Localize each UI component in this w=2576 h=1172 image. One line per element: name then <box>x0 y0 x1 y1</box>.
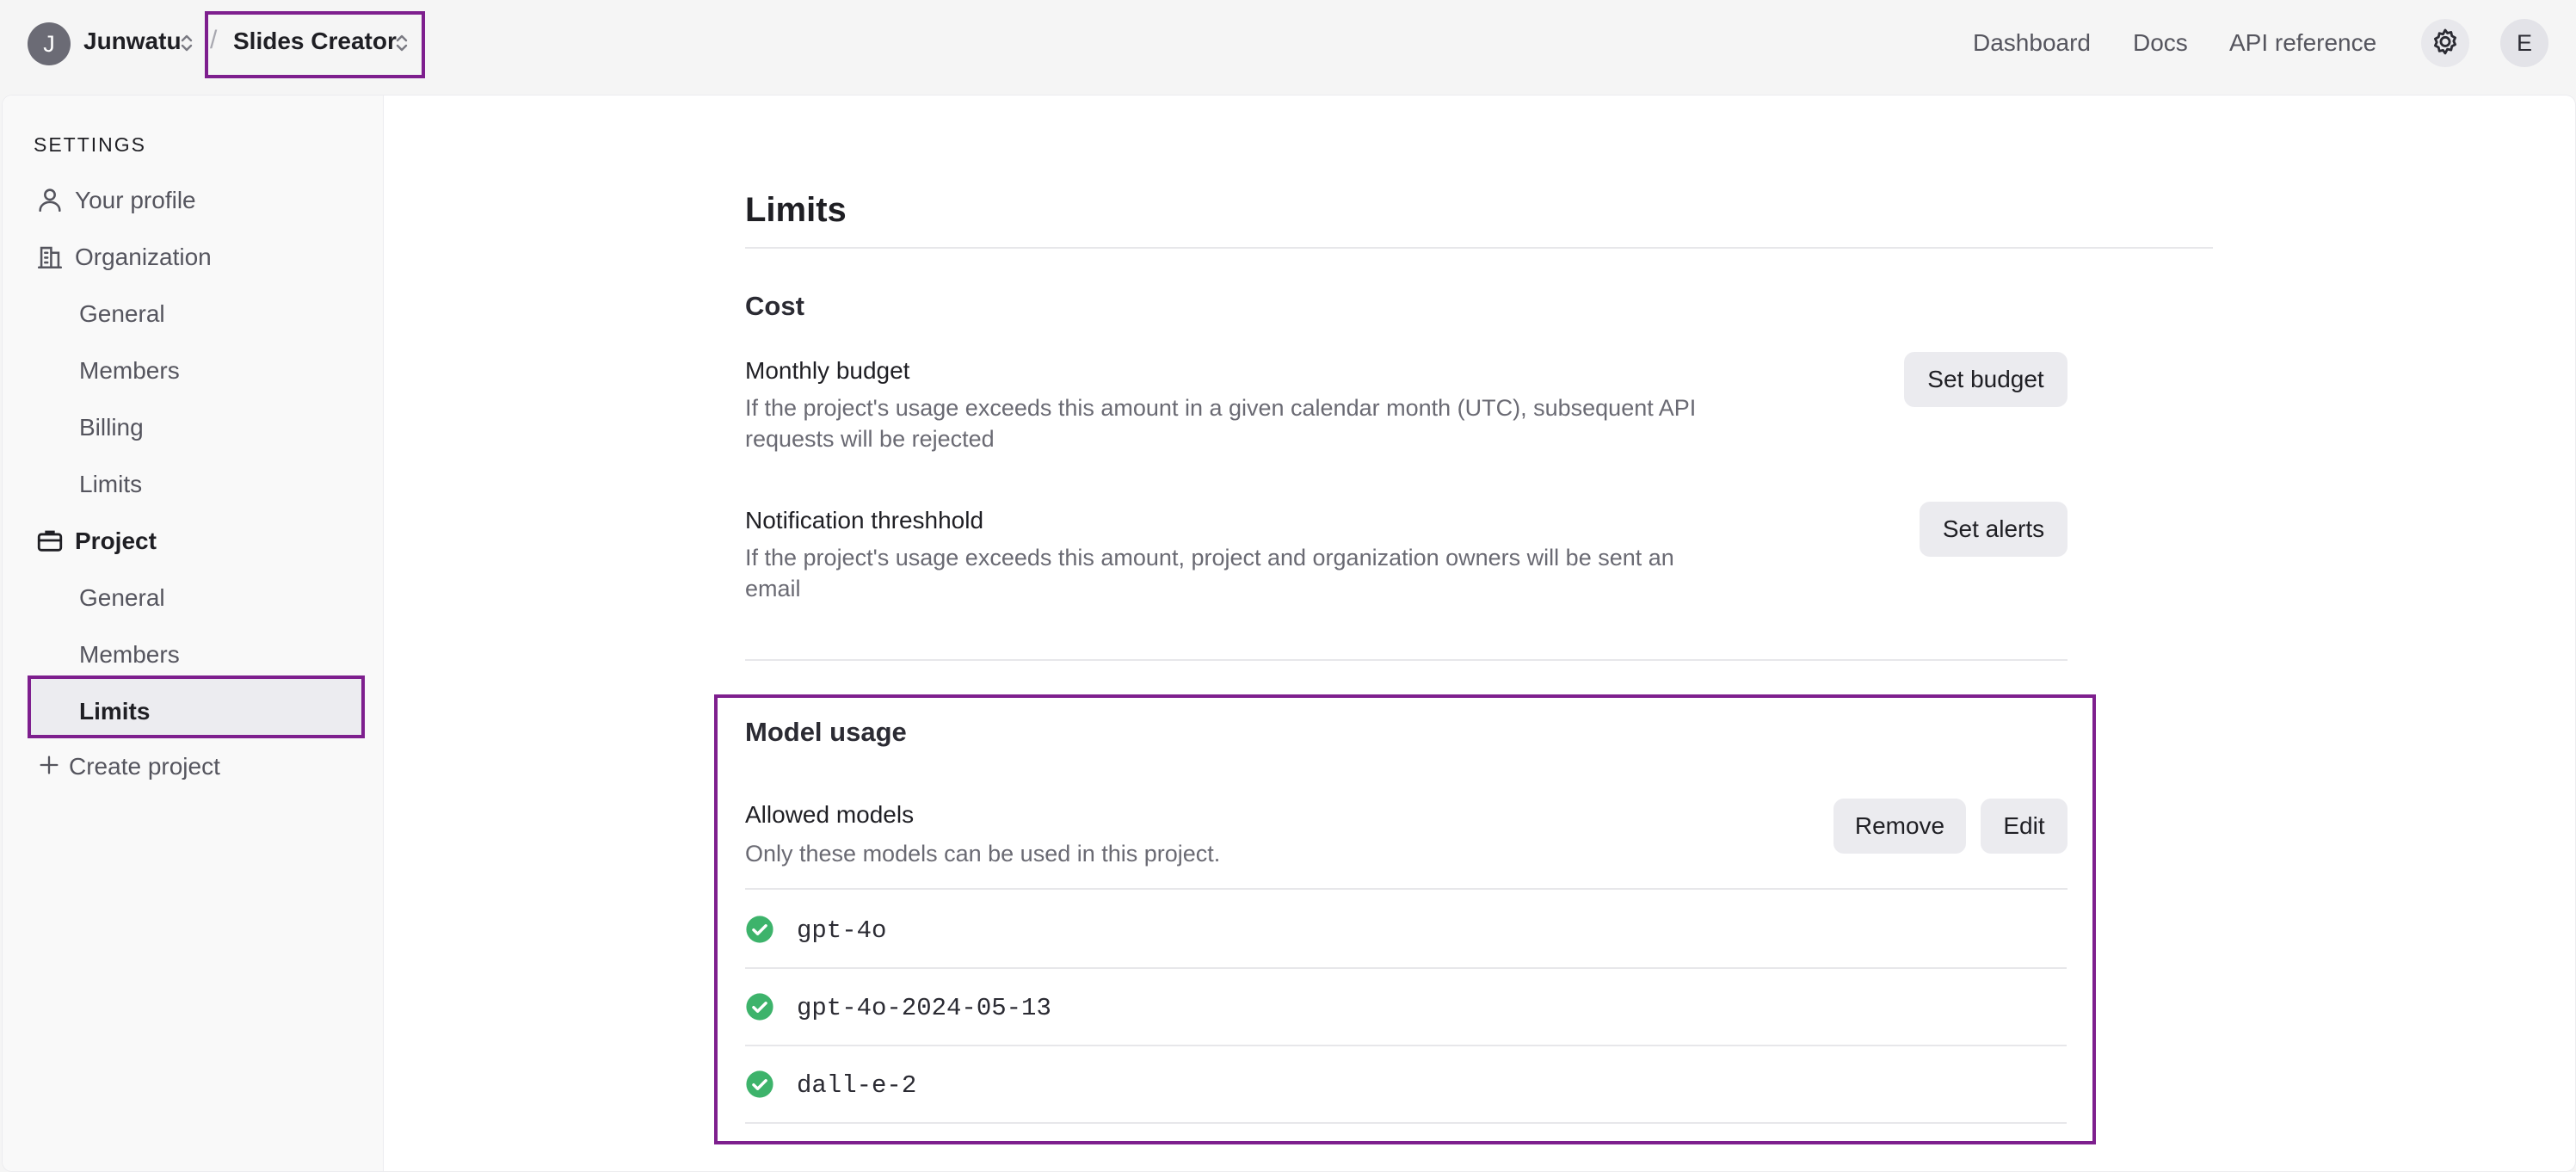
project-switcher-label[interactable]: Slides Creator <box>233 28 397 55</box>
monthly-budget-title: Monthly budget <box>745 357 910 384</box>
nav-api-reference[interactable]: API reference <box>2229 29 2376 57</box>
nav-dashboard[interactable]: Dashboard <box>1973 29 2091 57</box>
person-icon <box>35 185 65 214</box>
settings-button[interactable] <box>2421 19 2469 67</box>
chevron-up-down-icon[interactable] <box>394 31 410 55</box>
allowed-models-title: Allowed models <box>745 801 915 828</box>
org-avatar[interactable]: J <box>28 22 71 65</box>
sidebar-item-project-general[interactable]: General <box>79 584 165 612</box>
plus-icon <box>37 753 61 777</box>
gear-icon <box>2434 28 2456 55</box>
allowed-models-description: Only these models can be used in this pr… <box>745 841 1221 867</box>
title-divider <box>745 247 2213 249</box>
check-circle-icon <box>745 992 774 1021</box>
cost-section-title: Cost <box>745 291 804 321</box>
sidebar-item-org-limits[interactable]: Limits <box>79 471 142 498</box>
chevron-up-down-icon[interactable] <box>179 31 194 55</box>
set-budget-button[interactable]: Set budget <box>1904 352 2068 407</box>
sidebar-item-org-members[interactable]: Members <box>79 357 180 385</box>
list-item: gpt-4o-2024-05-13 <box>745 967 2067 1046</box>
monthly-budget-description: If the project's usage exceeds this amou… <box>745 395 1697 452</box>
sidebar-item-organization[interactable]: Organization <box>75 244 212 271</box>
org-switcher-label[interactable]: Junwatu <box>83 28 182 55</box>
sidebar-item-org-billing[interactable]: Billing <box>79 414 144 441</box>
model-name: gpt-4o <box>797 916 887 945</box>
building-icon <box>35 242 65 271</box>
model-usage-title: Model usage <box>745 717 907 747</box>
model-name: gpt-4o-2024-05-13 <box>797 994 1051 1022</box>
check-circle-icon <box>745 1070 774 1099</box>
briefcase-icon <box>35 526 65 555</box>
remove-models-button[interactable]: Remove <box>1833 799 1966 854</box>
page-title: Limits <box>745 191 847 229</box>
settings-sidebar: SETTINGS Your profile Organization Gener… <box>3 96 384 1171</box>
list-item: gpt-4o <box>745 890 2067 969</box>
sidebar-item-your-profile[interactable]: Your profile <box>75 187 196 214</box>
user-avatar[interactable]: E <box>2500 19 2548 67</box>
sidebar-item-project-members[interactable]: Members <box>79 641 180 669</box>
sidebar-heading: SETTINGS <box>34 133 147 156</box>
sidebar-item-project[interactable]: Project <box>75 527 157 555</box>
notification-threshold-title: Notification threshhold <box>745 507 984 534</box>
create-project-button[interactable]: Create project <box>69 753 220 780</box>
sidebar-item-org-general[interactable]: General <box>79 300 165 328</box>
notification-threshold-description: If the project's usage exceeds this amou… <box>745 545 1674 601</box>
sidebar-item-project-limits-highlight[interactable] <box>28 675 365 738</box>
sidebar-item-project-limits[interactable]: Limits <box>79 698 150 725</box>
check-circle-icon <box>745 915 774 944</box>
set-alerts-button[interactable]: Set alerts <box>1920 502 2068 557</box>
nav-docs[interactable]: Docs <box>2133 29 2188 57</box>
edit-models-button[interactable]: Edit <box>1981 799 2068 854</box>
list-item: dall-e-2 <box>745 1045 2067 1124</box>
top-bar: J Junwatu / Slides Creator Dashboard Doc… <box>0 0 2576 95</box>
cost-divider <box>745 659 2068 661</box>
model-name: dall-e-2 <box>797 1071 917 1100</box>
